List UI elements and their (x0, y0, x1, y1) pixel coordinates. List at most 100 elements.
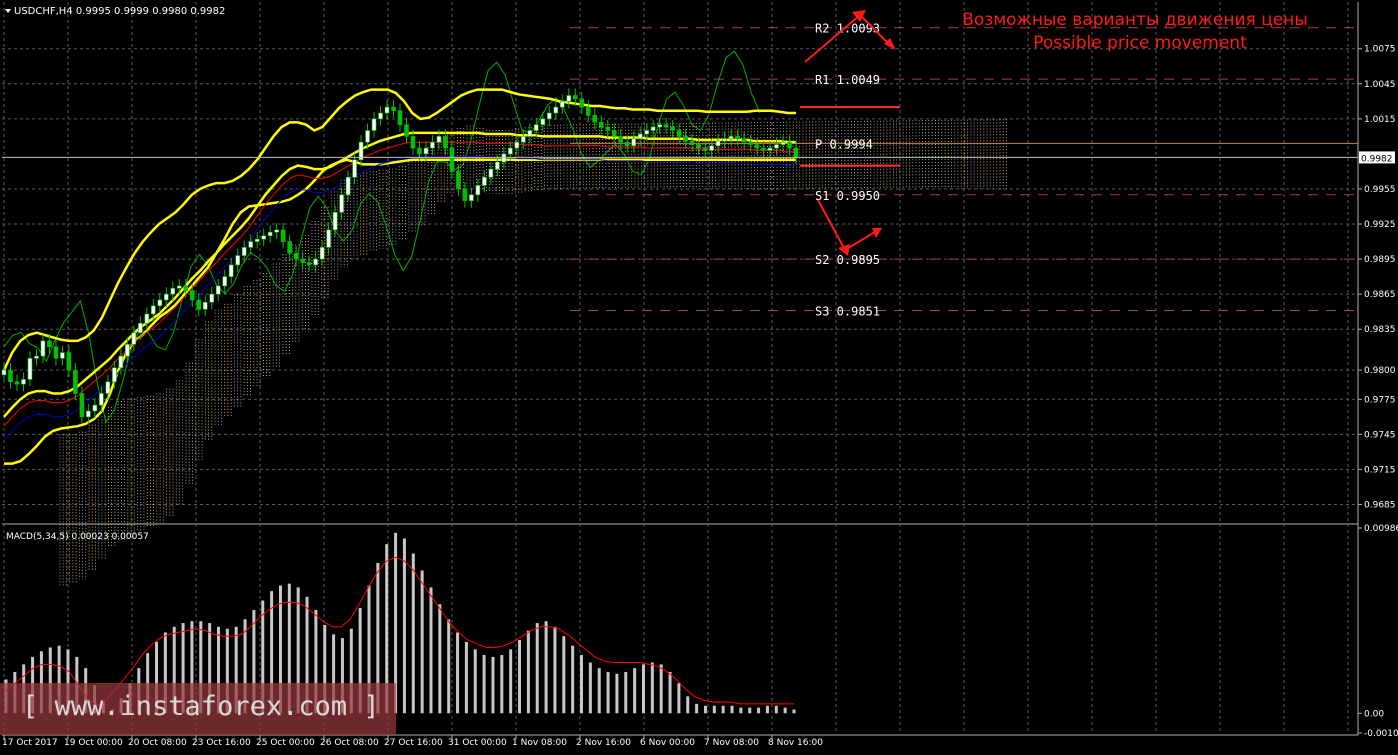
candle-body (410, 136, 416, 149)
candle-body (163, 293, 169, 301)
candle-body (170, 287, 176, 295)
macd-bar (402, 538, 406, 714)
macd-bar (447, 619, 451, 714)
time-tick-label: 7 Nov 08:00 (704, 738, 759, 748)
candle-body (754, 144, 760, 149)
candle-body (527, 130, 533, 137)
candle-body (248, 241, 253, 248)
candle-body (339, 194, 344, 213)
candle-body (241, 247, 247, 256)
pivot-label: R1 1.0049 (815, 73, 880, 87)
price-tick-label: 0.9715 (1364, 465, 1396, 475)
candle-body (397, 110, 403, 125)
candle-body (196, 299, 202, 310)
candle-body (404, 124, 409, 137)
candle-body (430, 141, 435, 149)
candle-body (709, 145, 714, 151)
macd-bar (606, 671, 610, 714)
candle-body (683, 136, 688, 142)
candle-body (650, 126, 656, 131)
macd-bar (438, 604, 442, 714)
time-tick-label: 8 Nov 16:00 (768, 738, 823, 748)
candle-body (378, 112, 383, 120)
price-tick-label: 1.0015 (1364, 115, 1396, 125)
macd-bar (686, 696, 690, 714)
macd-bar (748, 707, 752, 714)
price-tick-label: 0.9895 (1364, 255, 1396, 265)
candle-body (488, 168, 494, 178)
candle-body (741, 138, 747, 143)
time-tick-label: 20 Oct 08:00 (128, 738, 187, 748)
candle-body (202, 302, 208, 310)
price-tick-label: 0.9865 (1364, 290, 1396, 300)
macd-bar (491, 656, 495, 714)
time-tick-label: 2 Nov 16:00 (576, 738, 631, 748)
macd-bar (526, 630, 530, 714)
candle-body (112, 367, 117, 383)
time-tick-label: 31 Oct 00:00 (448, 738, 507, 748)
macd-bar (571, 645, 575, 714)
candle-body (423, 147, 429, 155)
candle-body (313, 258, 318, 266)
candle-body (86, 410, 91, 418)
current-price-label: 0.9982 (1361, 154, 1393, 164)
candle-body (547, 112, 552, 120)
macd-bar (580, 655, 584, 714)
candle-body (280, 229, 286, 242)
candle-body (495, 161, 500, 170)
candle-body (780, 141, 786, 145)
macd-bar (757, 707, 761, 714)
macd-bar (553, 626, 557, 714)
price-tick-label: 0.9925 (1364, 220, 1396, 230)
candle-body (514, 141, 520, 149)
candle-body (40, 340, 46, 357)
macd-bar (500, 655, 504, 714)
macd-tick-label: 0.00986 (1364, 524, 1398, 534)
candle-body (696, 144, 701, 149)
macd-bar (420, 570, 424, 714)
macd-bar (765, 705, 769, 714)
candle-body (274, 229, 279, 233)
candle-body (501, 153, 507, 163)
candle-body (456, 171, 461, 190)
candle-body (47, 340, 52, 348)
candle-body (774, 144, 779, 149)
macd-bar (562, 636, 566, 714)
candle-body (222, 276, 228, 287)
candle-body (670, 126, 675, 131)
candle-body (715, 140, 721, 147)
price-tick-label: 0.9685 (1364, 500, 1396, 510)
macd-tick-label: 0.00 (1364, 709, 1384, 719)
pivot-label: S3 0.9851 (815, 304, 880, 318)
candle-body (228, 264, 234, 277)
time-tick-label: 19 Oct 00:00 (64, 738, 123, 748)
macd-bar (588, 662, 592, 714)
time-tick-label: 27 Oct 16:00 (384, 738, 443, 748)
candle-body (332, 212, 338, 231)
candle-body (105, 381, 111, 394)
candle-body (637, 133, 643, 140)
candle-body (118, 355, 124, 369)
candle-body (793, 147, 799, 158)
macd-bar (721, 705, 725, 714)
time-tick-label: 6 Nov 00:00 (640, 738, 695, 748)
price-tick-label: 0.9835 (1364, 325, 1396, 335)
candle-body (306, 262, 312, 266)
annotation-title-en: Possible price movement (1033, 33, 1247, 53)
candle-body (261, 235, 266, 240)
candle-body (598, 122, 604, 128)
candle-body (92, 404, 98, 412)
macd-bar (774, 705, 778, 714)
candle-body (787, 141, 792, 149)
candle-body (728, 136, 734, 140)
price-tick-label: 1.0045 (1364, 80, 1396, 90)
macd-label: MACD(5,34,5) 0.00023 0.00057 (6, 532, 149, 542)
time-tick-label: 17 Oct 2017 (2, 738, 58, 748)
candle-body (592, 115, 598, 123)
candle-body (151, 305, 156, 315)
candle-body (53, 346, 59, 359)
candle-body (34, 355, 39, 359)
candle-body (125, 344, 130, 357)
macd-bar (695, 703, 699, 714)
macd-bar (518, 639, 522, 714)
